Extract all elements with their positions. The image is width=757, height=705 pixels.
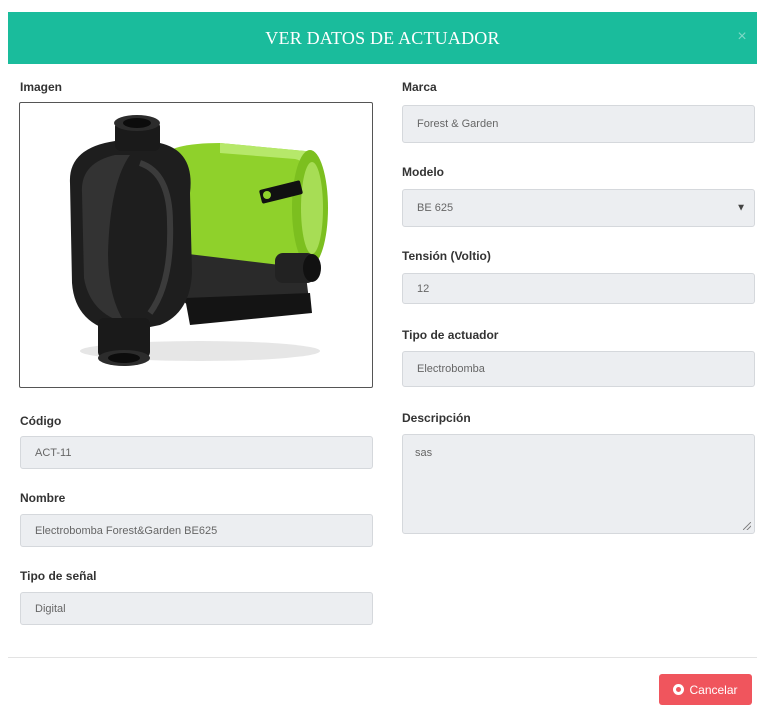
- codigo-label: Código: [20, 414, 62, 428]
- actuator-image: [69, 115, 328, 366]
- tipo-senal-field[interactable]: Digital: [20, 592, 373, 625]
- tipo-actuador-value: Electrobomba: [417, 363, 485, 375]
- modal-header: VER DATOS DE ACTUADOR ×: [8, 12, 757, 64]
- nombre-field[interactable]: Electrobomba Forest&Garden BE625: [20, 514, 373, 547]
- marca-label: Marca: [402, 80, 437, 94]
- tipo-actuador-label: Tipo de actuador: [402, 328, 499, 342]
- descripcion-value: sas: [415, 447, 433, 459]
- tension-label: Tensión (Voltio): [402, 249, 491, 263]
- tipo-senal-label: Tipo de señal: [20, 569, 97, 583]
- tipo-actuador-field[interactable]: Electrobomba: [402, 351, 755, 387]
- codigo-value: ACT-11: [35, 446, 72, 459]
- modelo-label: Modelo: [402, 165, 444, 179]
- tension-field[interactable]: 12: [402, 273, 755, 304]
- tipo-senal-value: Digital: [35, 602, 66, 615]
- tension-value: 12: [417, 282, 430, 295]
- modelo-value: BE 625: [417, 202, 454, 214]
- resize-grip-icon[interactable]: [743, 522, 751, 530]
- cancel-button[interactable]: Cancelar: [659, 674, 752, 705]
- close-icon: ×: [737, 28, 747, 45]
- circle-icon: [673, 684, 685, 695]
- modelo-select[interactable]: BE 625 ▼: [402, 189, 755, 227]
- cancel-label: Cancelar: [689, 682, 738, 697]
- descripcion-textarea[interactable]: sas: [402, 434, 755, 534]
- marca-value: Forest & Garden: [417, 118, 499, 130]
- codigo-field[interactable]: ACT-11: [20, 436, 373, 469]
- image-label: Imagen: [20, 80, 63, 94]
- close-button[interactable]: ×: [731, 26, 753, 48]
- nombre-value: Electrobomba Forest&Garden BE625: [35, 524, 218, 537]
- chevron-down-icon: ▼: [736, 202, 746, 214]
- footer-divider: [8, 657, 757, 658]
- descripcion-label: Descripción: [402, 411, 471, 425]
- actuator-image-frame: [19, 102, 373, 388]
- nombre-label: Nombre: [20, 491, 66, 505]
- marca-field[interactable]: Forest & Garden: [402, 105, 755, 143]
- view-actuator-modal: VER DATOS DE ACTUADOR × Imagen Código AC…: [0, 0, 757, 705]
- modal-title: VER DATOS DE ACTUADOR: [265, 28, 500, 48]
